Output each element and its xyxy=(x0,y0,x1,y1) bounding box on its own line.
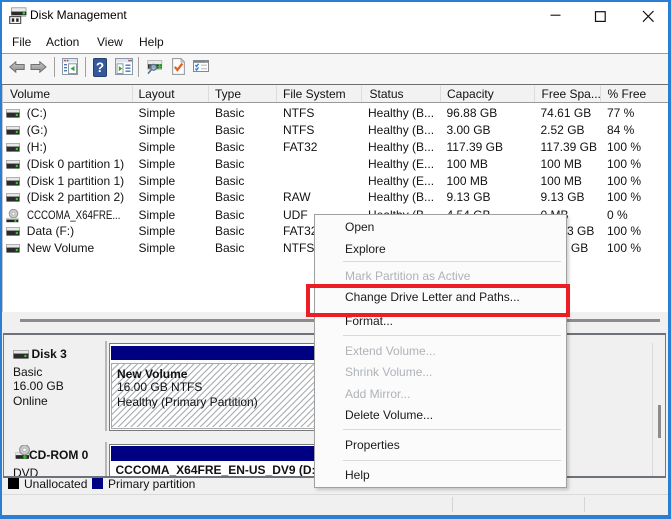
svg-text:?: ? xyxy=(96,60,104,75)
